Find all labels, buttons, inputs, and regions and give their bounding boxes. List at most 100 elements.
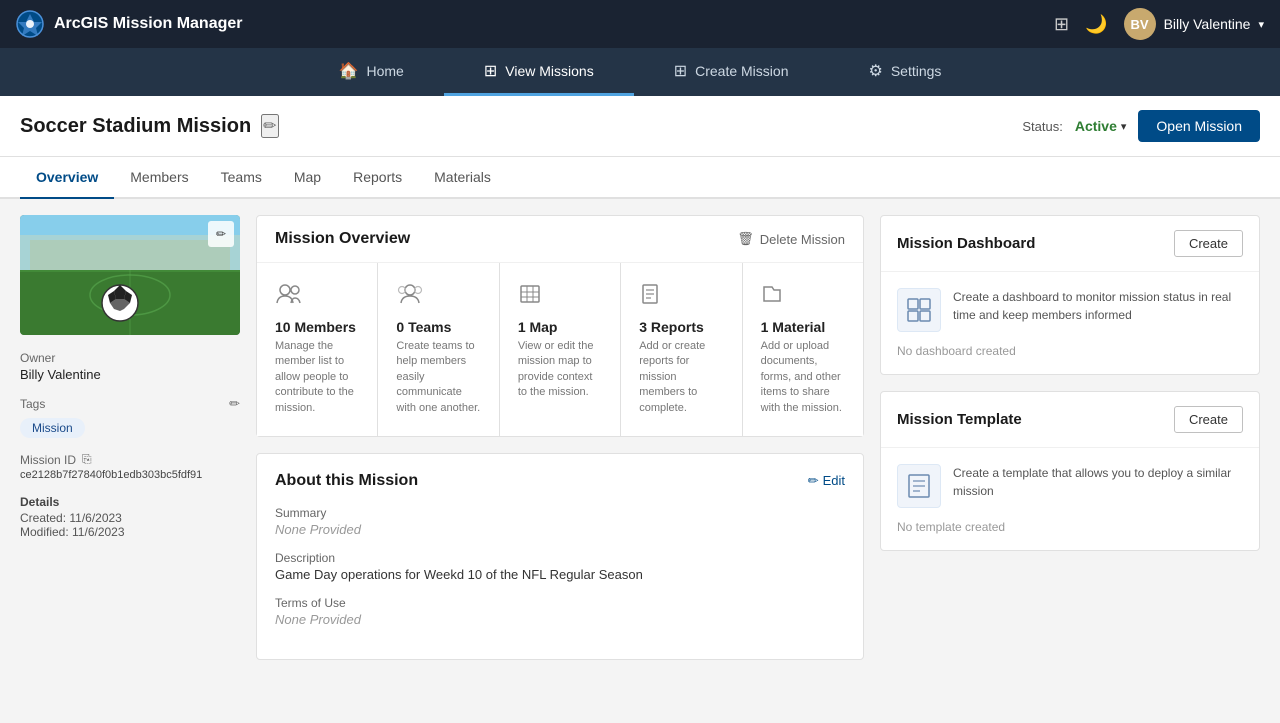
open-mission-button[interactable]: Open Mission [1138, 110, 1260, 142]
owner-value: Billy Valentine [20, 367, 240, 382]
user-name: Billy Valentine [1164, 16, 1251, 32]
about-header: About this Mission ✏ Edit [275, 472, 845, 490]
tab-teams[interactable]: Teams [205, 157, 278, 199]
delete-mission-button[interactable]: 🗑 Delete Mission [737, 231, 845, 247]
main-content: ✏ Owner Billy Valentine Tags ✏ Mission M… [0, 199, 1280, 723]
about-title: About this Mission [275, 472, 418, 490]
stat-teams-desc: Create teams to help members easily comm… [396, 339, 480, 416]
stat-reports[interactable]: 3 Reports Add or create reports for miss… [621, 263, 742, 436]
tab-map[interactable]: Map [278, 157, 337, 199]
stat-reports-title: 3 Reports [639, 319, 723, 335]
edit-about-icon: ✏ [808, 473, 819, 489]
nav-view-missions-label: View Missions [505, 63, 593, 79]
about-section: About this Mission ✏ Edit Summary None P… [256, 453, 864, 660]
nav-create-mission-label: Create Mission [695, 63, 788, 79]
mission-id-value: ce2128b7f27840f0b1edb303bc5fdf91 [20, 469, 240, 481]
tags-label: Tags [20, 397, 45, 411]
stat-material-desc: Add or upload documents, forms, and othe… [761, 339, 845, 416]
create-dashboard-button[interactable]: Create [1174, 230, 1243, 257]
stats-bar: 10 Members Manage the member list to all… [257, 263, 863, 436]
tab-members[interactable]: Members [114, 157, 204, 199]
create-mission-icon: ⊞ [674, 61, 687, 81]
no-template-text: No template created [897, 520, 1243, 534]
dashboard-title: Mission Dashboard [897, 235, 1035, 252]
nav-home[interactable]: 🏠 Home [299, 48, 444, 96]
mission-dashboard-card: Mission Dashboard Create Create a dashbo… [880, 215, 1260, 375]
stat-reports-desc: Add or create reports for mission member… [639, 339, 723, 416]
tags-section: Tags ✏ Mission [20, 396, 240, 438]
mission-image-container: ✏ [20, 215, 240, 335]
tab-materials[interactable]: Materials [418, 157, 507, 199]
brand-right: ⊞ 🌙 BV Billy Valentine ▾ [1054, 8, 1264, 40]
summary-value: None Provided [275, 522, 845, 537]
mission-image [20, 215, 240, 335]
template-card-header: Mission Template Create [881, 392, 1259, 448]
edit-mission-title-button[interactable]: ✏ [261, 114, 278, 138]
user-menu[interactable]: BV Billy Valentine ▾ [1124, 8, 1264, 40]
trash-icon: 🗑 [737, 231, 754, 247]
arcgis-logo [16, 10, 44, 38]
stat-material[interactable]: 1 Material Add or upload documents, form… [743, 263, 863, 436]
description-label: Description [275, 551, 845, 565]
center-panel: Mission Overview 🗑 Delete Mission [256, 215, 864, 707]
dashboard-content: Create a dashboard to monitor mission st… [897, 288, 1243, 332]
dashboard-card-header: Mission Dashboard Create [881, 216, 1259, 272]
mission-image-svg [20, 215, 240, 335]
nav-view-missions[interactable]: ⊞ View Missions [444, 48, 634, 96]
dashboard-icon [897, 288, 941, 332]
tab-overview[interactable]: Overview [20, 157, 114, 199]
stat-teams[interactable]: 0 Teams Create teams to help members eas… [378, 263, 499, 436]
edit-about-button[interactable]: ✏ Edit [808, 473, 845, 489]
terms-value: None Provided [275, 612, 845, 627]
material-icon [761, 283, 845, 311]
edit-image-button[interactable]: ✏ [208, 221, 234, 247]
summary-label: Summary [275, 506, 845, 520]
template-content: Create a template that allows you to dep… [897, 464, 1243, 508]
mission-template-card: Mission Template Create Create a templat… [880, 391, 1260, 551]
edit-tags-button[interactable]: ✏ [229, 396, 240, 412]
mission-id-header: Mission ID ⎘ [20, 452, 240, 467]
stat-teams-title: 0 Teams [396, 319, 480, 335]
no-dashboard-text: No dashboard created [897, 344, 1243, 358]
dashboard-card-body: Create a dashboard to monitor mission st… [881, 272, 1259, 374]
settings-icon: ⚙ [868, 61, 882, 81]
create-template-button[interactable]: Create [1174, 406, 1243, 433]
tab-reports[interactable]: Reports [337, 157, 418, 199]
home-icon: 🏠 [339, 61, 359, 81]
avatar: BV [1124, 8, 1156, 40]
mission-title-section: Soccer Stadium Mission ✏ [20, 114, 279, 138]
members-icon [275, 283, 359, 311]
stat-members-desc: Manage the member list to allow people t… [275, 339, 359, 416]
tags-header: Tags ✏ [20, 396, 240, 412]
left-panel: ✏ Owner Billy Valentine Tags ✏ Mission M… [20, 215, 240, 707]
view-missions-icon: ⊞ [484, 61, 497, 81]
grid-icon[interactable]: ⊞ [1054, 14, 1069, 35]
created-date: Created: 11/6/2023 [20, 511, 240, 525]
nav-create-mission[interactable]: ⊞ Create Mission [634, 48, 829, 96]
mission-overview-card: Mission Overview 🗑 Delete Mission [256, 215, 864, 437]
brand-left: ArcGIS Mission Manager [16, 10, 243, 38]
map-icon [518, 283, 602, 311]
details-section: Details Created: 11/6/2023 Modified: 11/… [20, 495, 240, 539]
copy-id-button[interactable]: ⎘ [82, 452, 92, 467]
template-card-body: Create a template that allows you to dep… [881, 448, 1259, 550]
nav-home-label: Home [367, 63, 404, 79]
mission-id-label: Mission ID [20, 453, 76, 467]
details-label: Details [20, 495, 240, 509]
tag-chip: Mission [20, 418, 85, 438]
dark-mode-icon[interactable]: 🌙 [1085, 14, 1107, 35]
page-title: Soccer Stadium Mission [20, 115, 251, 138]
status-label: Status: [1022, 119, 1062, 134]
nav-settings[interactable]: ⚙ Settings [828, 48, 981, 96]
chevron-down-icon: ▾ [1258, 18, 1264, 31]
stat-material-title: 1 Material [761, 319, 845, 335]
app-name: ArcGIS Mission Manager [54, 15, 243, 33]
nav-items: 🏠 Home ⊞ View Missions ⊞ Create Mission … [299, 48, 982, 96]
stat-members[interactable]: 10 Members Manage the member list to all… [257, 263, 378, 436]
about-terms: Terms of Use None Provided [275, 596, 845, 627]
overview-card-header: Mission Overview 🗑 Delete Mission [257, 216, 863, 263]
stat-map[interactable]: 1 Map View or edit the mission map to pr… [500, 263, 621, 436]
status-badge: Active [1075, 118, 1117, 134]
status-dropdown[interactable]: Active ▾ [1075, 118, 1127, 134]
overview-card-title: Mission Overview [275, 230, 410, 248]
